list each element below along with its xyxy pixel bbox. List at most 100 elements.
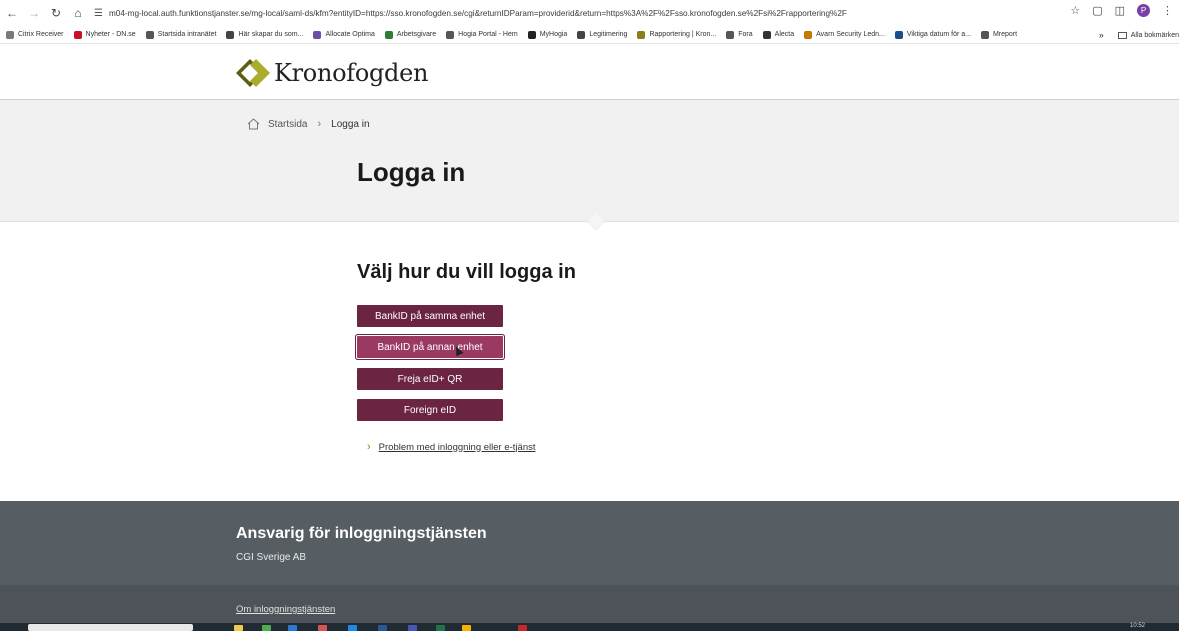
bookmark-favicon-icon (446, 30, 455, 39)
extensions-icon[interactable]: ▢ (1092, 4, 1102, 17)
bookmark-label[interactable]: Viktiga datum för a... (907, 31, 971, 38)
browser-toolbar: ← → ↻ ⌂ ☰ m04-mg-local.auth.funktionstja… (0, 0, 1179, 26)
app-icon[interactable] (518, 625, 527, 631)
bookmark-label[interactable]: Avarn Security Ledn... (816, 31, 885, 38)
bookmark-item[interactable]: Legitimering (577, 30, 627, 39)
bookmark-favicon-icon (637, 30, 646, 39)
bankid-same-device-button[interactable]: BankID på samma enhet (357, 305, 503, 327)
bookmark-favicon-icon (73, 30, 82, 39)
bookmark-label[interactable]: Här skapar du som... (238, 31, 303, 38)
breadcrumb: Startsida › Logga in (247, 118, 370, 130)
excel-icon[interactable] (436, 625, 445, 631)
bookmark-favicon-icon (226, 30, 235, 39)
bankid-other-device-button[interactable]: BankID på annan enhet (357, 336, 503, 358)
section-title: Välj hur du vill logga in (357, 261, 576, 283)
bookmark-item[interactable]: Hogia Portal - Hem (446, 30, 518, 39)
home-icon[interactable]: ⌂ (68, 3, 88, 23)
footer-title: Ansvarig för inloggningstjänsten (236, 525, 487, 542)
bookmark-favicon-icon (6, 30, 14, 39)
hero-section: Startsida › Logga in Logga in (0, 100, 1179, 222)
side-panel-icon[interactable]: ◫ (1115, 4, 1125, 17)
bookmark-star-icon[interactable]: ☆ (1070, 4, 1080, 17)
url-text[interactable]: m04-mg-local.auth.funktionstjanster.se/m… (109, 9, 847, 18)
teams-icon[interactable] (408, 625, 417, 631)
breadcrumb-current: Logga in (331, 118, 370, 130)
app-icon[interactable] (288, 625, 297, 631)
bookmark-item[interactable]: Alecta (762, 30, 794, 39)
bookmark-label[interactable]: Mreport (993, 31, 1017, 38)
bookmark-item[interactable]: Mreport (980, 30, 1017, 39)
bookmark-item[interactable]: Citrix Receiver (6, 30, 64, 39)
bookmark-item[interactable]: Här skapar du som... (226, 30, 303, 39)
page-title: Logga in (357, 157, 466, 187)
bookmark-item[interactable]: MyHogia (527, 30, 568, 39)
site-info-icon[interactable]: ☰ (94, 8, 103, 19)
about-link[interactable]: Om inloggningstjänsten (236, 604, 335, 615)
bookmark-label[interactable]: Rapportering | Kron... (649, 31, 716, 38)
address-bar[interactable]: ☰ m04-mg-local.auth.funktionstjanster.se… (94, 3, 1084, 23)
taskbar: 10:52 (0, 623, 1179, 631)
foreign-eid-button[interactable]: Foreign eID (357, 399, 503, 421)
footer-bottom: Om inloggningstjänsten (0, 585, 1179, 623)
bookmark-item[interactable]: Rapportering | Kron... (637, 30, 716, 39)
bookmark-item[interactable]: Fora (726, 30, 753, 39)
bookmark-label[interactable]: Fora (738, 31, 752, 38)
folder-icon (1117, 31, 1127, 39)
bookmark-favicon-icon (804, 30, 813, 39)
bookmark-favicon-icon (577, 30, 586, 39)
taskbar-search[interactable] (28, 624, 193, 631)
bookmark-label[interactable]: Nyheter - DN.se (86, 31, 136, 38)
chevron-right-icon: › (317, 118, 322, 130)
kronofogden-logo[interactable]: Kronofogden (236, 59, 428, 87)
help-link-text[interactable]: Problem med inloggning eller e-tjänst (379, 442, 536, 453)
chevron-right-icon: › (367, 441, 371, 453)
chrome-icon[interactable] (262, 625, 271, 631)
bookmark-item[interactable]: Viktiga datum för a... (894, 30, 971, 39)
help-link[interactable]: › Problem med inloggning eller e-tjänst (367, 441, 536, 453)
bookmark-favicon-icon (527, 30, 536, 39)
bookmark-label[interactable]: Citrix Receiver (18, 31, 64, 38)
taskbar-clock: 10:52 (1129, 623, 1145, 629)
chevron-double-right-icon[interactable]: » (1099, 30, 1104, 40)
bookmark-label[interactable]: Alecta (775, 31, 794, 38)
profile-avatar[interactable]: P (1137, 4, 1150, 17)
home-icon[interactable] (247, 118, 260, 130)
bookmark-favicon-icon (145, 30, 154, 39)
bookmark-favicon-icon (762, 30, 771, 39)
bookmark-item[interactable]: Arbetsgivare (384, 30, 436, 39)
bookmark-label[interactable]: MyHogia (540, 31, 568, 38)
breadcrumb-home[interactable]: Startsida (268, 119, 307, 130)
bookmarks-bar: Citrix Receiver Nyheter - DN.se Startsida … (0, 26, 1179, 44)
bookmark-item[interactable]: Allocate Optima (313, 30, 375, 39)
bookmark-favicon-icon (726, 30, 735, 39)
bookmark-label[interactable]: Allocate Optima (325, 31, 374, 38)
logo-text: Kronofogden (274, 59, 429, 87)
outlook-icon[interactable] (378, 625, 387, 631)
bookmark-item[interactable]: Avarn Security Ledn... (804, 30, 885, 39)
app-icon[interactable] (462, 625, 471, 631)
bookmark-label[interactable]: Legitimering (589, 31, 627, 38)
bookmark-favicon-icon (980, 30, 989, 39)
bookmarks-overflow: » Alla bokmärken (1092, 26, 1179, 43)
footer: Ansvarig för inloggningstjänsten CGI Sve… (0, 501, 1179, 585)
logo-mark-icon (236, 59, 270, 87)
bookmark-favicon-icon (894, 30, 903, 39)
bookmark-favicon-icon (313, 30, 322, 39)
bookmark-label[interactable]: Startsida intranätet (158, 31, 217, 38)
all-bookmarks-link[interactable]: Alla bokmärken (1131, 32, 1179, 39)
edge-icon[interactable] (348, 625, 357, 631)
forward-icon[interactable]: → (24, 3, 44, 23)
site-header: Kronofogden (0, 45, 1179, 100)
back-icon[interactable]: ← (2, 3, 22, 23)
footer-organization: CGI Sverige AB (236, 552, 307, 563)
freja-eid-qr-button[interactable]: Freja eID+ QR (357, 368, 503, 390)
bookmark-favicon-icon (384, 30, 393, 39)
bookmark-item[interactable]: Startsida intranätet (145, 30, 217, 39)
bookmark-label[interactable]: Arbetsgivare (397, 31, 436, 38)
file-explorer-icon[interactable] (234, 625, 243, 631)
bookmark-item[interactable]: Nyheter - DN.se (73, 30, 136, 39)
bookmark-label[interactable]: Hogia Portal - Hem (458, 31, 518, 38)
menu-icon[interactable]: ⋮ (1162, 4, 1173, 17)
app-icon[interactable] (318, 625, 327, 631)
reload-icon[interactable]: ↻ (46, 3, 66, 23)
